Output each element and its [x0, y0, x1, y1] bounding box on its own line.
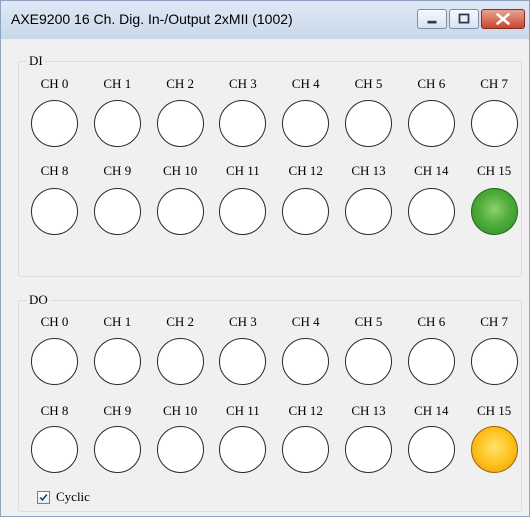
- cyclic-label: Cyclic: [56, 489, 90, 504]
- di-led-indicator: [407, 100, 455, 147]
- minimize-icon: [427, 20, 437, 24]
- do-channel-label: CH 15: [476, 403, 512, 418]
- di-group-label: DI: [27, 53, 45, 69]
- do-group-label: DO: [27, 292, 50, 308]
- do-led-indicator[interactable]: [93, 338, 141, 385]
- di-channel-label: CH 11: [225, 163, 260, 178]
- cyclic-checkbox[interactable]: [37, 490, 50, 504]
- do-channel-label: CH 1: [103, 314, 132, 329]
- window-controls: [415, 9, 525, 29]
- di-led-indicator: [31, 100, 78, 147]
- do-led-indicator[interactable]: [470, 426, 518, 473]
- do-led-indicator[interactable]: [407, 426, 455, 473]
- do-led-indicator[interactable]: [31, 426, 78, 473]
- close-icon: [496, 13, 510, 25]
- do-channel-label: CH 3: [228, 314, 257, 329]
- do-led-indicator[interactable]: [345, 338, 392, 385]
- do-channel-label: CH 9: [103, 403, 132, 418]
- app-window: AXE9200 16 Ch. Dig. In-/Output 2xMII (10…: [0, 0, 530, 517]
- di-led-indicator: [93, 100, 141, 147]
- di-channel-label: CH 8: [40, 163, 69, 178]
- di-channel-label: CH 4: [291, 76, 320, 91]
- di-led-indicator: [345, 100, 392, 147]
- do-channel-label: CH 8: [40, 403, 69, 418]
- do-led-indicator[interactable]: [282, 426, 330, 473]
- window-title: AXE9200 16 Ch. Dig. In-/Output 2xMII (10…: [11, 11, 293, 27]
- maximize-icon: [458, 13, 470, 24]
- do-led-indicator[interactable]: [31, 338, 78, 385]
- di-led-indicator: [345, 188, 392, 235]
- di-channel-label: CH 15: [476, 163, 512, 178]
- do-led-indicator[interactable]: [93, 426, 141, 473]
- di-channel-label: CH 12: [288, 163, 323, 178]
- do-led-indicator[interactable]: [282, 338, 330, 385]
- checkmark-icon: [39, 493, 48, 501]
- di-led-indicator: [470, 100, 518, 147]
- do-led-indicator[interactable]: [156, 338, 204, 385]
- cyclic-option[interactable]: Cyclic: [37, 489, 90, 505]
- do-channel-label: CH 2: [166, 314, 194, 329]
- do-channel-label: CH 0: [40, 314, 69, 329]
- di-channel-label: CH 5: [354, 76, 383, 91]
- di-led-indicator: [156, 100, 204, 147]
- di-led-indicator: [282, 100, 330, 147]
- di-led-indicator: [407, 188, 455, 235]
- di-channel-label: CH 7: [480, 76, 508, 91]
- do-channel-label: CH 6: [417, 314, 446, 329]
- do-channel-label: CH 11: [225, 403, 260, 418]
- di-channel-label: CH 6: [417, 76, 446, 91]
- do-led-indicator[interactable]: [470, 338, 518, 385]
- title-bar: AXE9200 16 Ch. Dig. In-/Output 2xMII (10…: [1, 1, 529, 39]
- di-channel-label: CH 14: [414, 163, 449, 178]
- do-channel-label: CH 4: [291, 314, 320, 329]
- minimize-button[interactable]: [417, 9, 447, 29]
- do-channel-label: CH 14: [414, 403, 449, 418]
- do-led-indicator[interactable]: [407, 338, 455, 385]
- di-channel-label: CH 0: [40, 76, 69, 91]
- di-led-indicator: [282, 188, 330, 235]
- di-led-indicator: [31, 188, 78, 235]
- di-channel-label: CH 2: [166, 76, 194, 91]
- di-led-indicator: [156, 188, 204, 235]
- do-channel-label: CH 5: [354, 314, 383, 329]
- di-channel-label: CH 9: [103, 163, 132, 178]
- di-channel-label: CH 10: [162, 163, 198, 178]
- do-led-indicator[interactable]: [156, 426, 204, 473]
- di-channel-label: CH 3: [228, 76, 257, 91]
- maximize-button[interactable]: [449, 9, 479, 29]
- close-button[interactable]: [481, 9, 525, 29]
- do-channel-label: CH 10: [162, 403, 198, 418]
- di-led-indicator: [470, 188, 518, 235]
- di-channel-label: CH 13: [351, 163, 386, 178]
- di-channel-label: CH 1: [103, 76, 132, 91]
- do-channel-label: CH 13: [351, 403, 386, 418]
- di-led-indicator: [93, 188, 141, 235]
- do-channel-label: CH 7: [480, 314, 508, 329]
- do-led-indicator[interactable]: [345, 426, 392, 473]
- do-channel-label: CH 12: [288, 403, 323, 418]
